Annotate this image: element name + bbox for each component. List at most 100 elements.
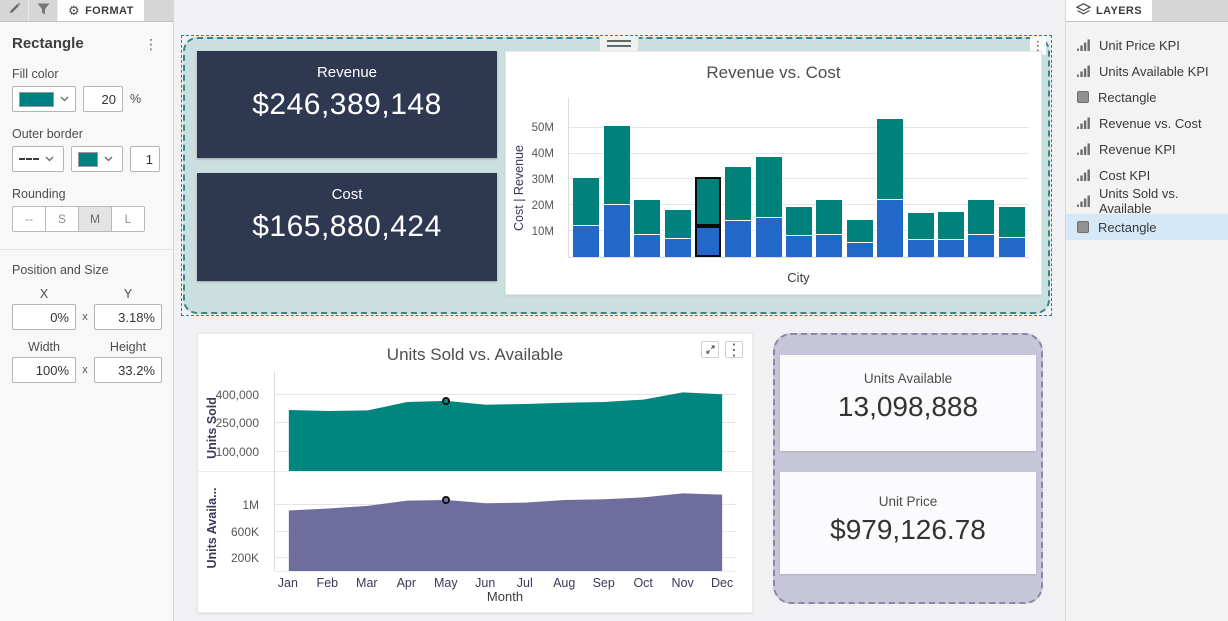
- bar-segment-cost[interactable]: [634, 235, 660, 257]
- tab-edit[interactable]: [0, 0, 29, 21]
- rounding-option-l[interactable]: L: [111, 206, 145, 232]
- bar-city-6[interactable]: [725, 98, 751, 257]
- position-y-input[interactable]: [94, 304, 162, 330]
- layer-item-cost-kpi[interactable]: Cost KPI: [1066, 162, 1228, 188]
- drag-handle[interactable]: [599, 36, 639, 52]
- bar-segment-cost[interactable]: [847, 243, 873, 257]
- bar-segment-revenue[interactable]: [634, 200, 660, 235]
- border-width-input[interactable]: [130, 146, 160, 172]
- layer-item-units-sold-vs-available[interactable]: Units Sold vs. Available: [1066, 188, 1228, 214]
- bar-segment-revenue[interactable]: [604, 126, 630, 205]
- selected-point-marker[interactable]: [442, 397, 450, 405]
- bar-city-3[interactable]: [634, 98, 660, 257]
- layer-item-revenue-vs-cost[interactable]: Revenue vs. Cost: [1066, 110, 1228, 136]
- bar-city-7[interactable]: [756, 98, 782, 257]
- units-sold-vs-available-chart[interactable]: Units Sold vs. Available ⋮ Units Sold Un…: [197, 333, 753, 613]
- fill-opacity-input[interactable]: [83, 86, 123, 112]
- bar-segment-cost[interactable]: [756, 218, 782, 257]
- layer-item-rectangle[interactable]: Rectangle: [1066, 214, 1228, 240]
- bar-segment-revenue[interactable]: [786, 207, 812, 237]
- bar-segment-cost[interactable]: [573, 226, 599, 257]
- chevron-down-icon: [60, 96, 69, 102]
- bar-segment-cost[interactable]: [725, 221, 751, 257]
- expand-icon[interactable]: [701, 341, 719, 358]
- bar-segment-revenue[interactable]: [756, 157, 782, 218]
- bar-segment-cost[interactable]: [695, 226, 721, 257]
- tab-format[interactable]: ⚙ FORMAT: [58, 0, 144, 21]
- border-color-dropdown[interactable]: [71, 146, 123, 172]
- area-panel-0[interactable]: [274, 371, 736, 471]
- layer-label: Revenue KPI: [1099, 142, 1176, 157]
- x-tick-label: Mar: [356, 576, 378, 590]
- rectangle-icon: [1077, 221, 1089, 233]
- chart-kebab-icon[interactable]: ⋮: [725, 341, 743, 358]
- canvas-rectangle-bottom[interactable]: Units Available 13,098,888 Unit Price $9…: [773, 333, 1043, 604]
- bar-segment-revenue[interactable]: [695, 177, 721, 226]
- bar-segment-cost[interactable]: [816, 235, 842, 257]
- bar-segment-revenue[interactable]: [725, 167, 751, 221]
- bar-segment-cost[interactable]: [938, 240, 964, 257]
- bar-segment-revenue[interactable]: [938, 212, 964, 240]
- bar-segment-cost[interactable]: [908, 240, 934, 257]
- bar-segment-cost[interactable]: [786, 236, 812, 257]
- bar-city-8[interactable]: [786, 98, 812, 257]
- bar-city-2[interactable]: [604, 98, 630, 257]
- selected-point-marker[interactable]: [442, 496, 450, 504]
- layer-label: Rectangle: [1098, 90, 1157, 105]
- bar-segment-revenue[interactable]: [968, 200, 994, 235]
- layer-item-rectangle[interactable]: Rectangle: [1066, 84, 1228, 110]
- bar-city-1[interactable]: [573, 98, 599, 257]
- cost-kpi-card[interactable]: Cost $165,880,424: [197, 173, 497, 281]
- bar-segment-cost[interactable]: [665, 239, 691, 257]
- revenue-kpi-card[interactable]: Revenue $246,389,148: [197, 51, 497, 158]
- bar-city-10[interactable]: [847, 98, 873, 257]
- rounding-option-m[interactable]: M: [78, 206, 112, 232]
- bar-city-11[interactable]: [877, 98, 903, 257]
- units-available-kpi-card[interactable]: Units Available 13,098,888: [780, 355, 1036, 451]
- layer-item-units-available-kpi[interactable]: Units Available KPI: [1066, 58, 1228, 84]
- bar-city-5[interactable]: [695, 98, 721, 257]
- size-height-input[interactable]: [94, 357, 162, 383]
- bar-segment-revenue[interactable]: [999, 207, 1025, 238]
- area-yticks-0: 100,000250,000400,000: [198, 371, 268, 471]
- bar-segment-revenue[interactable]: [877, 119, 903, 200]
- tab-filter[interactable]: [29, 0, 58, 21]
- chevron-down-icon: [45, 156, 54, 162]
- border-style-dropdown[interactable]: [12, 146, 64, 172]
- bar-city-13[interactable]: [938, 98, 964, 257]
- bar-city-15[interactable]: [999, 98, 1025, 257]
- bar-segment-revenue[interactable]: [573, 178, 599, 226]
- area-series-0: [275, 371, 736, 471]
- y-tick-label: 600K: [231, 525, 259, 539]
- rounding-option-none[interactable]: --: [12, 206, 46, 232]
- pencil-icon: [8, 2, 21, 20]
- y-tick-label: 400,000: [216, 388, 259, 402]
- bar-city-4[interactable]: [665, 98, 691, 257]
- bar-city-14[interactable]: [968, 98, 994, 257]
- position-x-input[interactable]: [12, 304, 76, 330]
- revenue-vs-cost-chart[interactable]: Revenue vs. Cost Cost | Revenue 10M20M30…: [505, 51, 1042, 295]
- tab-layers[interactable]: LAYERS: [1066, 0, 1152, 21]
- x-label: X: [12, 287, 76, 301]
- bar-segment-revenue[interactable]: [908, 213, 934, 240]
- bar-city-12[interactable]: [908, 98, 934, 257]
- area-panel-1[interactable]: [274, 471, 736, 571]
- layer-label: Unit Price KPI: [1099, 38, 1180, 53]
- bar-city-9[interactable]: [816, 98, 842, 257]
- panel-kebab-icon[interactable]: ⋮: [141, 37, 161, 51]
- size-width-input[interactable]: [12, 357, 76, 383]
- bar-segment-cost[interactable]: [604, 205, 630, 257]
- bar-segment-revenue[interactable]: [665, 210, 691, 238]
- bar-segment-revenue[interactable]: [847, 220, 873, 243]
- fill-color-dropdown[interactable]: [12, 86, 76, 112]
- layer-item-unit-price-kpi[interactable]: Unit Price KPI: [1066, 32, 1228, 58]
- bar-chart-icon: [1077, 143, 1090, 155]
- unit-price-kpi-card[interactable]: Unit Price $979,126.78: [780, 472, 1036, 574]
- rounding-option-s[interactable]: S: [45, 206, 79, 232]
- layer-item-revenue-kpi[interactable]: Revenue KPI: [1066, 136, 1228, 162]
- bar-segment-revenue[interactable]: [816, 200, 842, 235]
- bar-segment-cost[interactable]: [877, 200, 903, 257]
- y-tick-label: 50M: [532, 122, 554, 134]
- bar-segment-cost[interactable]: [999, 238, 1025, 257]
- bar-segment-cost[interactable]: [968, 235, 994, 257]
